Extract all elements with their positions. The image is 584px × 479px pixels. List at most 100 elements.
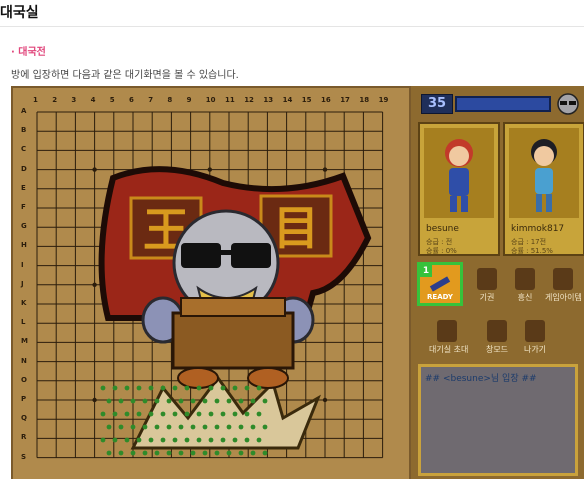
decor-dot [166, 450, 172, 456]
turn-timer: 35 [421, 94, 453, 114]
decor-dot [220, 437, 226, 443]
invite-button[interactable]: 대기실 초대 [429, 318, 469, 358]
decor-dot [136, 385, 142, 391]
decor-dot [202, 450, 208, 456]
money-bag-icon [553, 268, 573, 290]
decor-dot [118, 424, 124, 430]
player-name-1: besune [426, 224, 459, 234]
report-label: 흥신 [517, 293, 533, 302]
invite-label: 대기실 초대 [429, 345, 469, 354]
decor-dot [154, 424, 160, 430]
exit-label: 나가기 [523, 345, 547, 354]
game-screenshot: 1 2 3 4 5 6 7 8 9 10 11 12 13 14 15 16 17 18 19 ABCDEFGHIJ… [11, 86, 584, 479]
decor-dot [262, 450, 268, 456]
window-mode-label: 창모드 [485, 345, 509, 354]
decor-dot [130, 424, 136, 430]
decor-dot [244, 437, 250, 443]
flag-icon [477, 268, 497, 290]
resign-label: 기권 [479, 293, 495, 302]
player-name-2: kimmok817 [511, 224, 565, 234]
decor-dot [214, 398, 220, 404]
section-label: · 대국전 [11, 47, 46, 58]
decor-dot [214, 424, 220, 430]
player-card-1[interactable]: besune 승급 : 전 승률 : 0% [418, 122, 500, 256]
report-button[interactable]: 흥신 [507, 266, 543, 306]
side-panel: 35 besune 승급 : 전 승률 : 0% kimmok817 승급: … [411, 86, 584, 479]
decor-dot [256, 385, 262, 391]
description-text: 방에 입장하면 다음과 같은 대기화면을 볼 수 있습니다. [11, 70, 239, 81]
decor-dot [184, 411, 190, 417]
decor-dot [106, 450, 112, 456]
game-item-label: 게임아이템 [545, 293, 582, 302]
decor-dot [226, 450, 232, 456]
decor-dot [238, 424, 244, 430]
decor-dot [250, 450, 256, 456]
decor-dot [118, 450, 124, 456]
go-board[interactable]: 1 2 3 4 5 6 7 8 9 10 11 12 13 14 15 16 17 18 19 ABCDEFGHIJ… [13, 88, 409, 479]
decor-dot [178, 450, 184, 456]
decor-dot [160, 385, 166, 391]
decor-dot [112, 385, 118, 391]
window-mode-button[interactable]: 창모드 [479, 318, 515, 358]
decor-dot [202, 398, 208, 404]
title-divider [0, 26, 584, 27]
decor-dot [100, 385, 106, 391]
decor-dot [160, 411, 166, 417]
decor-dot [184, 385, 190, 391]
decor-dot [154, 450, 160, 456]
ready-label: READY [427, 293, 453, 301]
decor-dot [148, 437, 154, 443]
player-avatar-1 [424, 128, 494, 218]
decor-dot [106, 424, 112, 430]
decor-dot [226, 398, 232, 404]
decor-dot [142, 398, 148, 404]
ready-button[interactable]: 1 READY [417, 262, 463, 306]
decor-dot [220, 385, 226, 391]
decor-dot [232, 437, 238, 443]
decor-dot [238, 450, 244, 456]
decor-dot [154, 398, 160, 404]
page-title: 대국실 [0, 5, 39, 21]
time-bar [455, 96, 551, 112]
decor-dot [172, 437, 178, 443]
player-stat-1b: 승률 : 0% [426, 247, 457, 255]
decor-dot [172, 385, 178, 391]
decor-dot [244, 411, 250, 417]
decor-dot [262, 398, 268, 404]
resign-button[interactable]: 기권 [469, 266, 505, 306]
decor-dot [118, 398, 124, 404]
decor-dot [250, 424, 256, 430]
banner-char-right: 目 [273, 201, 319, 255]
game-item-button[interactable]: 게임아이템 [545, 266, 582, 306]
player-card-2[interactable]: kimmok817 승급 : 17전 승률 : 51.5% [503, 122, 584, 256]
decor-dot [208, 437, 214, 443]
decor-dot [172, 411, 178, 417]
decor-dot [136, 437, 142, 443]
decor-dot [250, 398, 256, 404]
decor-dot [190, 398, 196, 404]
window-mode-icon [487, 320, 507, 342]
decor-dot [130, 450, 136, 456]
player-stat-2b: 승률 : 51.5% [511, 247, 553, 255]
decor-dot [100, 437, 106, 443]
exit-button[interactable]: 나가기 [517, 318, 553, 358]
decor-dot [166, 424, 172, 430]
decor-dot [262, 424, 268, 430]
decor-dot [112, 437, 118, 443]
decor-dot [166, 398, 172, 404]
decor-dot [190, 424, 196, 430]
decor-dot [196, 385, 202, 391]
decor-dot [214, 450, 220, 456]
decor-dot [196, 437, 202, 443]
decor-dot [136, 411, 142, 417]
person-icon [515, 268, 535, 290]
decor-dot [148, 411, 154, 417]
decor-dot [178, 398, 184, 404]
decor-dot [178, 424, 184, 430]
decor-dot [160, 437, 166, 443]
exit-icon [525, 320, 545, 342]
chat-box[interactable]: ## <besune>님 입장 ## [418, 364, 578, 476]
decor-dot [142, 424, 148, 430]
decor-dot [190, 450, 196, 456]
decor-dot [124, 437, 130, 443]
